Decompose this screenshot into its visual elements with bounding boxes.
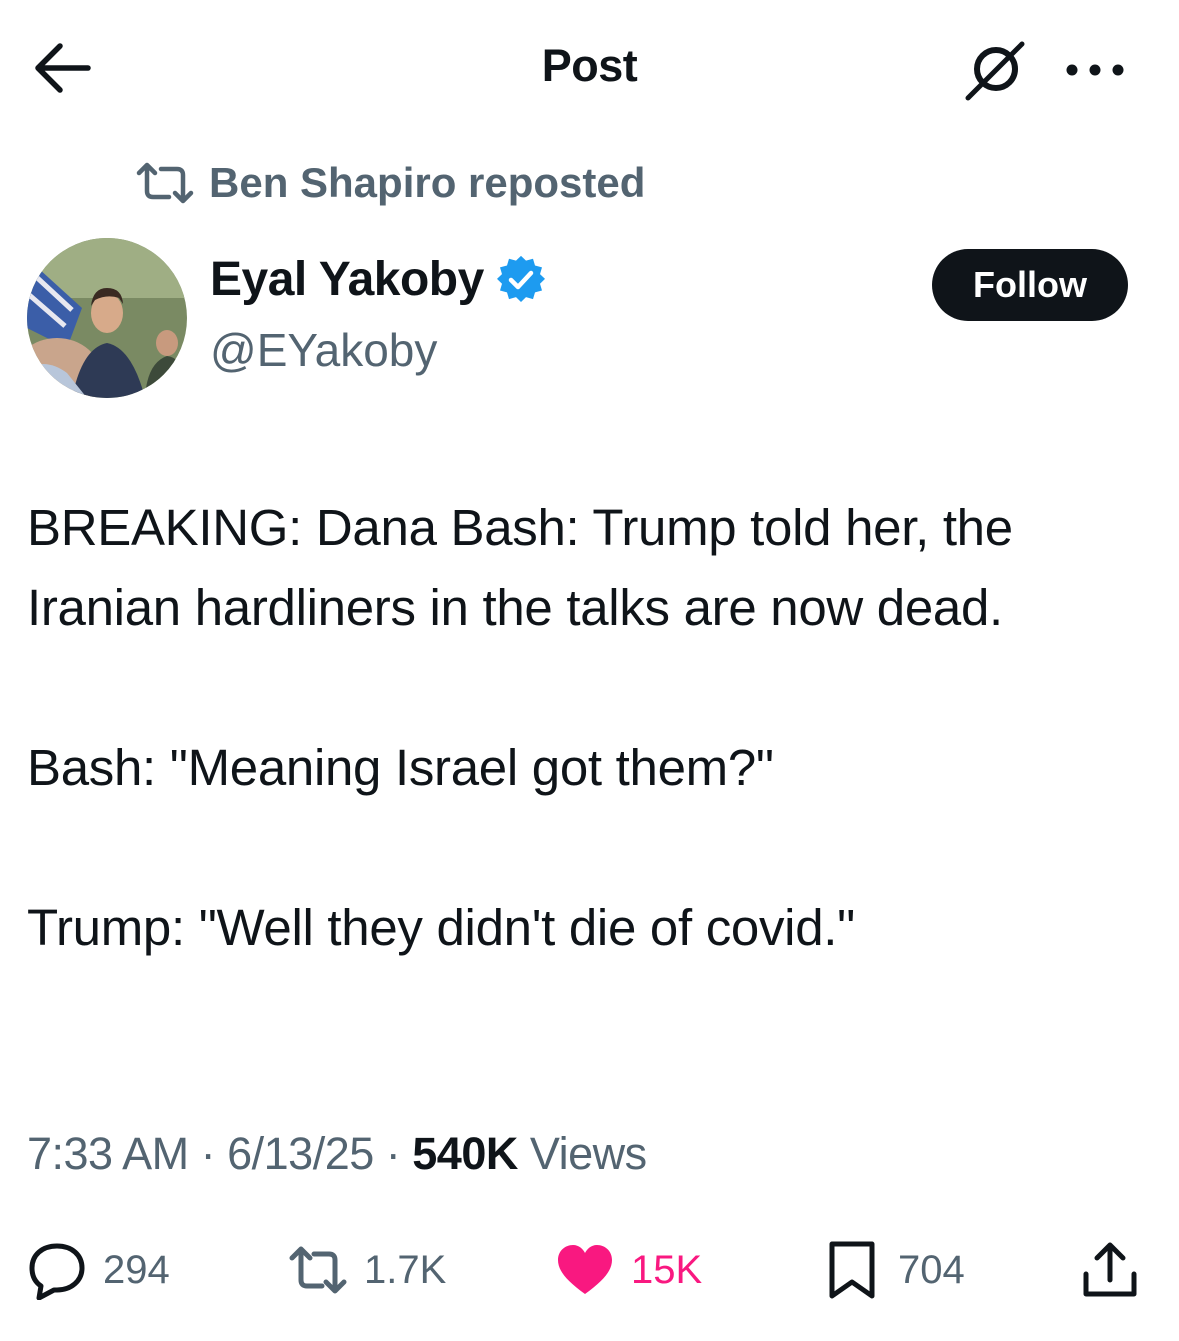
more-horizontal-icon — [1066, 64, 1124, 76]
post-time[interactable]: 7:33 AM — [27, 1128, 189, 1179]
reply-count: 294 — [103, 1247, 170, 1292]
repost-attribution[interactable]: Ben Shapiro reposted — [135, 158, 645, 208]
grok-icon — [965, 41, 1025, 101]
author-handle[interactable]: @EYakoby — [210, 323, 437, 377]
bookmark-count: 704 — [898, 1247, 965, 1292]
like-button[interactable]: 15K — [555, 1235, 702, 1305]
repost-icon — [289, 1246, 347, 1294]
more-button[interactable] — [1060, 50, 1130, 90]
share-icon — [1083, 1242, 1137, 1297]
repost-button[interactable]: 1.7K — [288, 1235, 446, 1305]
bookmark-icon — [829, 1241, 875, 1299]
share-button[interactable] — [1080, 1235, 1140, 1305]
post-paragraph: Bash: "Meaning Israel got them?" — [27, 739, 774, 796]
views-label: Views — [529, 1128, 647, 1179]
post-paragraph: BREAKING: Dana Bash: Trump told her, the… — [27, 499, 1013, 636]
author-name[interactable]: Eyal Yakoby — [210, 252, 484, 307]
repost-text: Ben Shapiro reposted — [209, 159, 646, 206]
post-text: BREAKING: Dana Bash: Trump told her, the… — [27, 488, 1152, 968]
action-bar: 294 1.7K 15K 704 — [0, 1235, 1179, 1305]
avatar[interactable] — [27, 238, 187, 398]
follow-button[interactable]: Follow — [932, 249, 1128, 321]
post-date[interactable]: 6/13/25 — [227, 1128, 374, 1179]
repost-icon — [136, 162, 194, 204]
author-name-row: Eyal Yakoby — [210, 252, 546, 307]
bookmark-button[interactable]: 704 — [822, 1235, 965, 1305]
like-count: 15K — [631, 1247, 703, 1292]
grok-button[interactable] — [962, 38, 1028, 104]
post-paragraph: Trump: "Well they didn't die of covid." — [27, 899, 855, 956]
reply-button[interactable]: 294 — [27, 1235, 170, 1305]
top-bar: Post — [0, 0, 1179, 140]
repost-count: 1.7K — [364, 1247, 447, 1292]
verified-badge-icon — [496, 255, 545, 302]
reply-icon — [29, 1243, 85, 1300]
views-count: 540K — [412, 1128, 518, 1179]
heart-icon — [558, 1245, 612, 1294]
post-meta: 7:33 AM · 6/13/25 · 540K Views — [27, 1128, 647, 1179]
